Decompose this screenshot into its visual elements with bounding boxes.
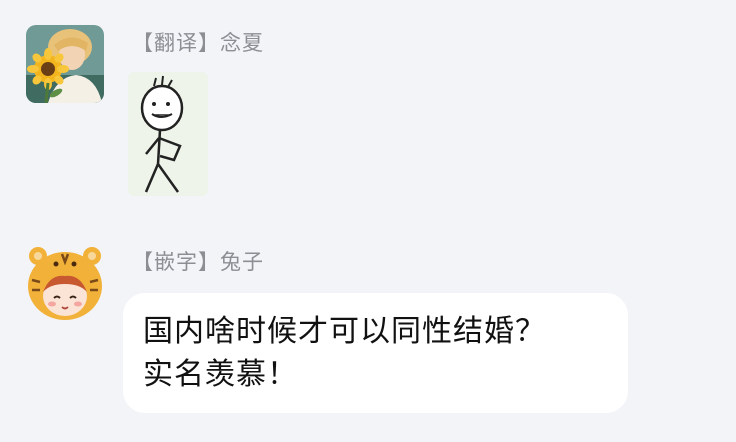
message-text: 国内啥时候才可以同性结婚？ 实名羡慕！ xyxy=(143,314,546,392)
chat-message: 【嵌字】兔子 国内啥时候才可以同性结婚？ 实名羡慕！ xyxy=(0,220,736,442)
sender-name[interactable]: 念夏 xyxy=(220,31,264,55)
sticker-image[interactable] xyxy=(128,72,208,196)
sender-avatar[interactable] xyxy=(26,244,104,322)
message-bubble[interactable]: 国内啥时候才可以同性结婚？ 实名羡慕！ xyxy=(123,293,628,413)
bracket-close: 】 xyxy=(198,250,220,274)
sender-label: 【嵌字】兔子 xyxy=(132,246,264,276)
sender-tag: 嵌字 xyxy=(154,250,198,274)
sender-tag: 翻译 xyxy=(154,31,198,55)
tiger-hood-girl-avatar-icon xyxy=(26,244,104,322)
sender-name[interactable]: 兔子 xyxy=(220,250,264,274)
sender-label: 【翻译】念夏 xyxy=(132,27,264,57)
sender-avatar[interactable] xyxy=(26,25,104,103)
sunflower-boy-avatar-icon xyxy=(26,25,104,103)
bracket-open: 【 xyxy=(132,250,154,274)
stick-figure-sticker-icon xyxy=(128,72,208,196)
chat-message: 【翻译】念夏 xyxy=(0,0,736,220)
bracket-open: 【 xyxy=(132,31,154,55)
bracket-close: 】 xyxy=(198,31,220,55)
chat-message-list: 【翻译】念夏 【嵌字】兔子 国内啥时候才可以同性结婚？ 实名羡慕！ xyxy=(0,0,736,442)
